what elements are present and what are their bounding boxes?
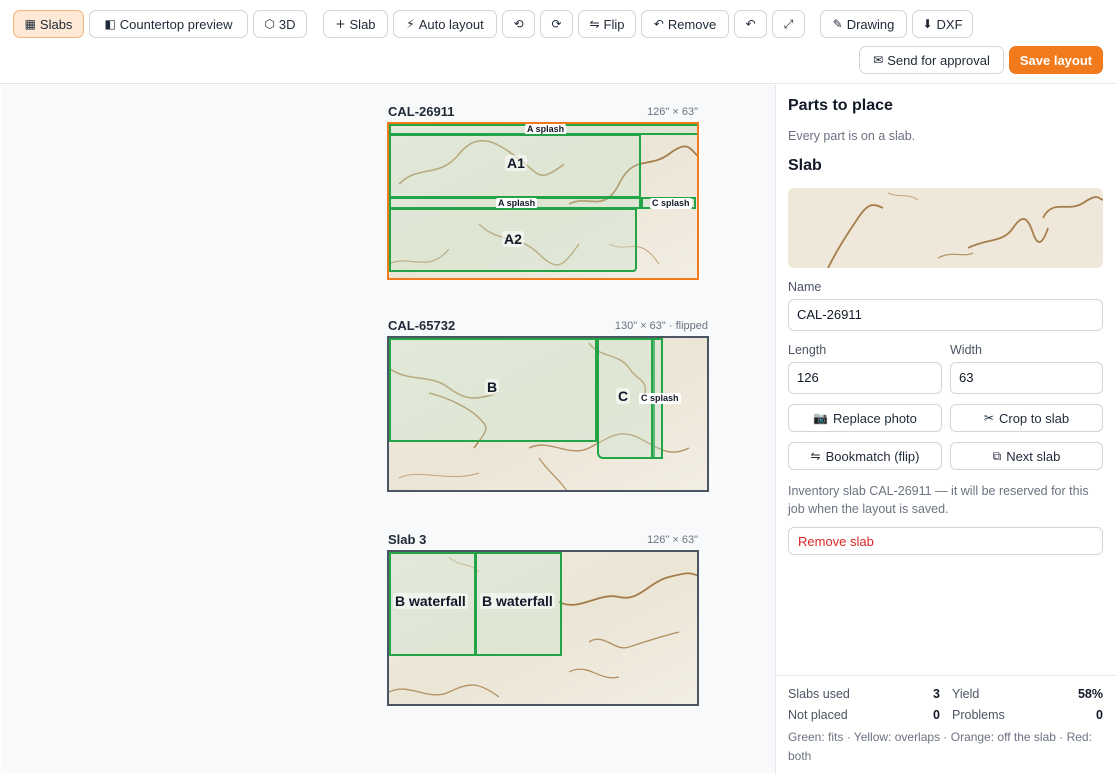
width-input[interactable]: 63 [950,362,1103,394]
part-label: B waterfall [480,593,555,609]
slab-canvas: CAL-26911 126" × 63" A splash A1 A splas… [1,85,775,773]
copy-icon: ⧉ [992,448,1002,463]
part-label: B [485,379,500,395]
camera-icon: 📷 [813,411,829,425]
slabs-used-label: Slabs used [788,687,850,701]
problems-value: 0 [1096,708,1103,722]
part-label: C splash [650,198,692,209]
problems-label: Problems [952,708,1005,722]
slab-section-title: Slab [788,157,822,174]
status-legend: Green: fits · Yellow: overlaps · Orange:… [788,730,1092,763]
scissors-icon: ✂ [983,411,994,425]
slab-name: CAL-26911 [388,104,455,119]
envelope-icon: ✉ [873,53,884,67]
rotate-left-icon: ⟲ [513,17,524,31]
auto-layout-button[interactable]: ⚡ Auto layout [393,10,497,38]
part-label: A1 [505,155,527,171]
slabs-tab-label: Slabs [39,16,73,32]
grid-icon: ▦ [24,17,36,31]
part-label: B waterfall [393,593,468,609]
slab-cal-26911[interactable]: A splash A1 A splash C splash A2 [387,122,699,280]
undo-button[interactable]: ↶ [734,10,767,38]
parts-to-place-title: Parts to place [788,97,893,114]
width-label: Width [950,343,982,357]
yield-label: Yield [952,687,980,701]
next-slab-button[interactable]: ⧉ Next slab [950,442,1103,470]
slabs-used-value: 3 [933,687,940,701]
auto-layout-label: Auto layout [418,16,484,32]
length-label: Length [788,343,827,357]
half-square-icon: ◧ [104,17,116,31]
undo-icon: ↶ [745,17,756,31]
drawing-label: Drawing [846,16,895,32]
flip-label: Flip [603,16,625,32]
stats-footer: Slabs used 3 Yield 58% Not placed 0 Prob… [776,675,1116,774]
bookmatch-button[interactable]: ⇋ Bookmatch (flip) [788,442,942,470]
countertop-preview-button[interactable]: ◧ Countertop preview [89,10,248,38]
view-3d-label: 3D [278,16,296,32]
slab-cal-65732[interactable]: B C C splash [387,336,709,492]
crop-to-slab-button[interactable]: ✂ Crop to slab [950,404,1103,432]
next-slab-label: Next slab [1006,448,1061,464]
slab-3[interactable]: B waterfall B waterfall [387,550,699,706]
download-icon: ⬇ [922,17,933,31]
not-placed-value: 0 [933,708,940,722]
rotate-right-button[interactable]: ⟳ [540,10,573,38]
flip-button[interactable]: ⇋ Flip [578,10,636,38]
parts-status: Every part is on a slab. [788,129,916,143]
slab-name: Slab 3 [388,532,427,547]
side-panel: Parts to place Every part is on a slab. … [775,85,1116,774]
rotate-right-icon: ⟳ [551,17,562,31]
not-placed-label: Not placed [788,708,848,722]
rotate-left-button[interactable]: ⟲ [502,10,535,38]
replace-photo-button[interactable]: 📷 Replace photo [788,404,942,432]
length-input[interactable]: 126 [788,362,942,394]
drawing-button[interactable]: ✎ Drawing [820,10,907,38]
dxf-button[interactable]: ⬇ DXF [912,10,973,38]
inventory-note: Inventory slab CAL-26911 — it will be re… [788,484,1089,516]
hexagon-icon: ⬡ [264,17,275,31]
bookmatch-label: Bookmatch (flip) [825,448,920,464]
undo-arrow-icon: ↶ [653,17,664,31]
slab-dims: 126" × 63" [647,106,698,118]
slab-dims: 130" × 63" · flipped [614,320,708,332]
expand-icon: ⤢ [783,16,794,31]
add-slab-label: Slab [349,16,376,32]
remove-part-label: Remove [667,16,717,32]
slabs-tab-button[interactable]: ▦ Slabs [13,10,84,38]
name-label: Name [788,280,822,294]
slab-name-input[interactable]: CAL-26911 [788,299,1103,331]
remove-slab-button[interactable]: Remove slab [788,527,1103,555]
send-for-approval-label: Send for approval [887,52,990,68]
slab-name: CAL-65732 [388,318,456,333]
dxf-label: DXF [936,16,963,32]
crop-to-slab-label: Crop to slab [998,410,1070,426]
slab-photo [788,188,1103,268]
remove-part-button[interactable]: ↶ Remove [641,10,729,38]
countertop-preview-label: Countertop preview [119,16,233,32]
slab-photo-texture [788,188,1103,268]
flip-icon: ⇋ [589,17,600,31]
send-for-approval-button[interactable]: ✉ Send for approval [859,46,1004,74]
flip-icon: ⇋ [810,449,821,463]
slab-dims: 126" × 63" [647,534,698,546]
plus-icon: + [335,17,346,31]
add-slab-button[interactable]: + Slab [323,10,388,38]
save-layout-button[interactable]: Save layout [1009,46,1103,74]
toolbar: ▦ Slabs ◧ Countertop preview ⬡ 3D + Slab… [0,0,1116,84]
pencil-icon: ✎ [832,17,843,31]
lightning-icon: ⚡ [406,17,415,31]
fullscreen-button[interactable]: ⤢ [772,10,805,38]
yield-value: 58% [1077,687,1103,701]
part-label: C splash [639,393,681,404]
replace-photo-label: Replace photo [833,410,917,426]
view-3d-button[interactable]: ⬡ 3D [253,10,307,38]
part-label: C [616,388,631,404]
part-label: A2 [502,231,524,247]
